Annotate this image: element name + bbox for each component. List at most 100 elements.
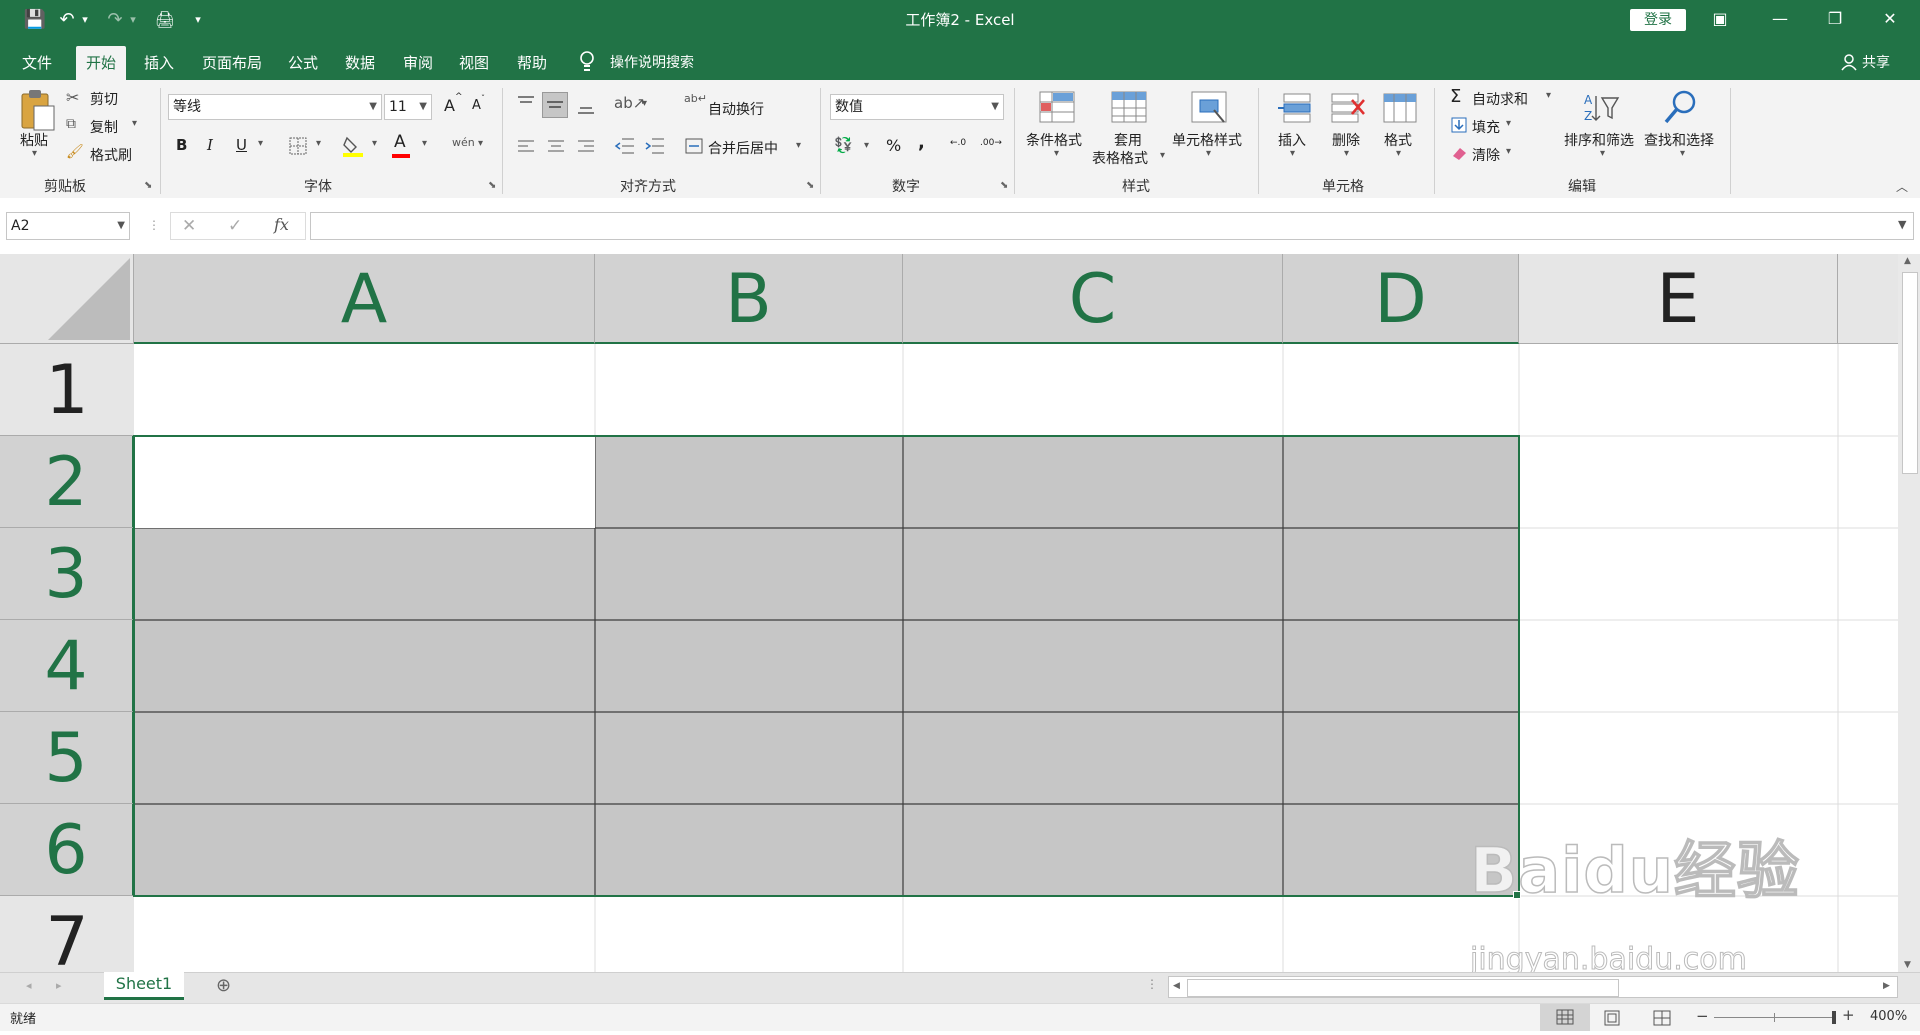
conditional-formatting-button[interactable]: 条件格式 [1026, 130, 1082, 150]
column-header-d[interactable]: D [1283, 254, 1519, 344]
tab-insert[interactable]: 插入 [134, 46, 184, 80]
tab-file[interactable]: 文件 [12, 46, 62, 80]
decrease-decimal-button[interactable]: .00→ [980, 138, 1002, 148]
cell-styles-icon[interactable] [1190, 90, 1228, 126]
zoom-slider-thumb[interactable] [1832, 1011, 1836, 1024]
add-sheet-icon[interactable]: ⊕ [216, 975, 231, 996]
zoom-slider-track[interactable] [1714, 1017, 1836, 1018]
font-name-combo[interactable]: 等线 ▼ [168, 94, 382, 120]
column-header-c[interactable]: C [903, 254, 1283, 344]
format-as-table-line2[interactable]: 表格格式 [1092, 148, 1148, 168]
insert-dropdown-icon[interactable]: ▾ [1290, 148, 1295, 159]
chevron-down-icon[interactable]: ▼ [369, 95, 377, 119]
insert-cells-icon[interactable] [1276, 90, 1312, 126]
normal-view-button[interactable] [1540, 1004, 1590, 1031]
sort-filter-button[interactable]: 排序和筛选 [1564, 130, 1634, 150]
paste-label[interactable]: 粘贴 [20, 130, 48, 150]
row-header-5[interactable]: 5 [0, 712, 134, 804]
align-right-icon[interactable] [576, 138, 596, 154]
page-layout-view-icon[interactable] [1602, 1010, 1622, 1026]
format-dropdown-icon[interactable]: ▾ [1396, 148, 1401, 159]
copy-button[interactable]: 复制 [90, 117, 118, 137]
cancel-edit-icon[interactable]: ✕ [182, 216, 196, 236]
fill-button[interactable]: 填充 [1472, 117, 1500, 137]
font-color-dropdown-icon[interactable]: ▾ [422, 138, 427, 149]
number-launcher-icon[interactable]: ⬊ [1000, 180, 1008, 191]
login-button[interactable]: 登录 [1630, 9, 1686, 31]
chevron-down-icon[interactable]: ▼ [117, 213, 125, 239]
confirm-edit-icon[interactable]: ✓ [228, 216, 242, 236]
tab-page-layout[interactable]: 页面布局 [192, 46, 272, 80]
align-center-icon[interactable] [546, 138, 566, 154]
tab-formulas[interactable]: 公式 [278, 46, 328, 80]
number-format-combo[interactable]: 数值 ▼ [830, 94, 1004, 120]
delete-cells-icon[interactable] [1330, 90, 1366, 126]
cut-button[interactable]: 剪切 [90, 89, 118, 109]
insert-cells-button[interactable]: 插入 [1278, 130, 1306, 150]
increase-indent-icon[interactable] [644, 136, 666, 156]
expand-formula-bar-icon[interactable]: ▼ [1898, 218, 1906, 231]
select-all-button[interactable] [0, 254, 134, 344]
row-header-1[interactable]: 1 [0, 344, 134, 436]
tab-home[interactable]: 开始 [76, 46, 127, 80]
zoom-level[interactable]: 400% [1870, 1009, 1907, 1024]
autosum-button[interactable]: 自动求和 [1472, 89, 1528, 109]
align-top-icon[interactable] [516, 94, 536, 112]
align-middle-button[interactable] [542, 92, 568, 118]
paste-icon[interactable] [18, 88, 58, 134]
column-header-f[interactable] [1838, 254, 1902, 344]
bold-button[interactable]: B [176, 136, 187, 154]
column-header-a[interactable]: A [134, 254, 595, 344]
wrap-text-icon[interactable]: ab↵ [684, 92, 707, 105]
close-icon[interactable]: ✕ [1867, 0, 1913, 38]
tab-view[interactable]: 视图 [449, 46, 499, 80]
comma-style-button[interactable]: , [918, 132, 925, 153]
percent-style-button[interactable]: % [886, 136, 901, 155]
paste-dropdown-icon[interactable]: ▾ [32, 148, 37, 159]
orientation-icon[interactable]: ab↗ [614, 94, 645, 112]
tab-data[interactable]: 数据 [335, 46, 385, 80]
insert-function-icon[interactable]: fx [274, 215, 289, 234]
wrap-text-button[interactable]: 自动换行 [708, 99, 764, 119]
tab-review[interactable]: 审阅 [393, 46, 443, 80]
increase-decimal-button[interactable]: ←.0 [950, 138, 966, 148]
merge-center-icon[interactable] [684, 136, 704, 156]
delete-cells-button[interactable]: 删除 [1332, 130, 1360, 150]
find-select-icon[interactable] [1662, 88, 1700, 126]
underline-dropdown-icon[interactable]: ▾ [258, 138, 263, 149]
decrease-indent-icon[interactable] [614, 136, 636, 156]
delete-dropdown-icon[interactable]: ▾ [1344, 148, 1349, 159]
align-bottom-icon[interactable] [576, 94, 596, 116]
formula-input[interactable] [310, 212, 1914, 240]
scroll-right-icon[interactable]: ▶ [1883, 981, 1890, 991]
minimize-icon[interactable]: — [1757, 0, 1803, 38]
scroll-left-icon[interactable]: ◀ [1173, 981, 1180, 991]
conditional-dropdown-icon[interactable]: ▾ [1054, 148, 1059, 159]
page-break-view-icon[interactable] [1652, 1010, 1672, 1026]
tell-me-search[interactable]: 操作说明搜索 [600, 46, 704, 80]
font-size-combo[interactable]: 11 ▼ [384, 94, 432, 120]
cut-icon[interactable]: ✂ [66, 88, 79, 107]
italic-button[interactable]: I [207, 136, 213, 154]
merge-center-button[interactable]: 合并后居中 [708, 138, 778, 158]
name-box[interactable]: A2 ▼ [6, 212, 130, 240]
scroll-down-icon[interactable]: ▼ [1904, 960, 1911, 970]
grow-font-icon[interactable]: A [444, 96, 455, 115]
chevron-down-icon[interactable]: ▼ [419, 95, 427, 119]
copy-dropdown-icon[interactable]: ▾ [132, 118, 137, 129]
scroll-sheets-right-icon[interactable]: ▸ [56, 979, 62, 992]
fill-down-icon[interactable] [1450, 116, 1468, 134]
zoom-out-button[interactable]: − [1696, 1007, 1709, 1025]
horizontal-scrollbar[interactable]: ◀ ▶ [1168, 976, 1898, 998]
sheet-tab-sheet1[interactable]: Sheet1 [104, 972, 184, 1000]
merge-dropdown-icon[interactable]: ▾ [796, 140, 801, 151]
restore-icon[interactable]: ❐ [1812, 0, 1858, 38]
format-as-table-line1[interactable]: 套用 [1114, 130, 1142, 150]
format-painter-icon[interactable]: 🖌 [66, 144, 84, 160]
copy-icon[interactable]: ⧉ [66, 116, 76, 132]
column-header-b[interactable]: B [595, 254, 903, 344]
autosum-icon[interactable]: Σ [1450, 86, 1461, 107]
row-header-3[interactable]: 3 [0, 528, 134, 620]
horizontal-scroll-thumb[interactable] [1187, 979, 1619, 997]
borders-icon[interactable] [288, 136, 308, 156]
